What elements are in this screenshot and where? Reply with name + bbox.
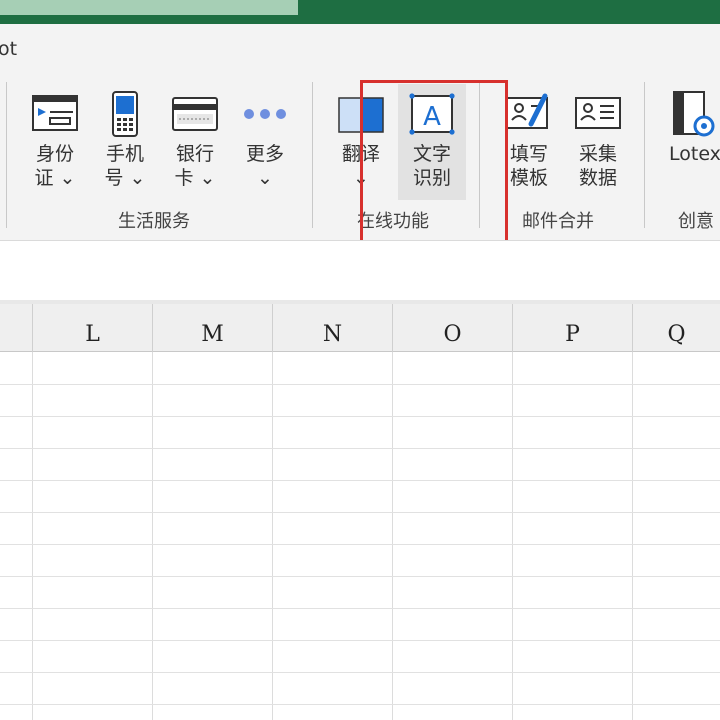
highlight-annotation	[360, 80, 508, 257]
group-divider	[312, 82, 313, 228]
mobile-phone-icon	[112, 91, 138, 137]
lotex-button[interactable]: Lotex	[664, 84, 720, 200]
bank-card-button[interactable]: 银行 卡 ⌄	[162, 84, 228, 200]
bank-card-label-1: 银行	[175, 143, 214, 165]
grid-row-line	[0, 416, 720, 417]
grid-row-line	[0, 448, 720, 449]
formula-bar-area	[0, 240, 720, 302]
grid-row-line	[0, 480, 720, 481]
grid-column-line	[632, 352, 633, 720]
lotex-gear-icon	[673, 91, 715, 137]
grid-row-line	[0, 672, 720, 673]
column-header-m[interactable]: M	[152, 304, 272, 352]
group-label-mail-merge: 邮件合并	[522, 211, 594, 232]
mobile-label-1: 手机	[105, 143, 144, 165]
bank-card-icon	[172, 97, 218, 131]
grid-row-line	[0, 704, 720, 705]
spreadsheet-grid[interactable]	[0, 352, 720, 720]
column-header-p[interactable]: P	[512, 304, 632, 352]
fill-template-icon	[506, 93, 548, 129]
grid-column-line	[152, 352, 153, 720]
collect-data-label-1: 采集	[578, 143, 617, 165]
grid-row-line	[0, 544, 720, 545]
grid-column-line	[32, 352, 33, 720]
more-label-1: 更多	[245, 143, 284, 165]
grid-column-line	[512, 352, 513, 720]
title-bar	[0, 0, 720, 24]
id-card-label-2: 证 ⌄	[34, 167, 76, 189]
collect-data-label-2: 数据	[578, 167, 617, 189]
column-header-n[interactable]: N	[272, 304, 392, 352]
grid-row-line	[0, 512, 720, 513]
id-card-label-1: 身份	[35, 143, 74, 165]
group-label-creative: 创意	[678, 211, 714, 232]
grid-row-line	[0, 384, 720, 385]
mobile-number-button[interactable]: 手机 号 ⌄	[94, 84, 156, 200]
collect-data-icon	[575, 97, 621, 129]
group-label-life-services: 生活服务	[118, 211, 190, 232]
grid-row-line	[0, 640, 720, 641]
lotex-label: Lotex	[669, 143, 720, 165]
collect-data-button[interactable]: 采集 数据	[566, 84, 630, 200]
group-divider	[6, 82, 7, 228]
grid-row-line	[0, 608, 720, 609]
grid-column-line	[392, 352, 393, 720]
id-card-icon	[32, 95, 78, 131]
mobile-label-2: 号 ⌄	[104, 167, 146, 189]
ribbon-tab-label[interactable]: ot	[0, 38, 17, 60]
group-divider	[644, 82, 645, 228]
column-header-o[interactable]: O	[392, 304, 512, 352]
more-label-2: ⌄	[257, 167, 273, 189]
column-header-l[interactable]: L	[32, 304, 152, 352]
id-card-button[interactable]: 身份 证 ⌄	[22, 84, 88, 200]
more-dots-icon	[244, 109, 286, 119]
column-header-row: L M N O P Q	[0, 304, 720, 352]
grid-row-line	[0, 576, 720, 577]
grid-column-line	[272, 352, 273, 720]
bank-card-label-2: 卡 ⌄	[174, 167, 216, 189]
column-header-q[interactable]: Q	[632, 304, 720, 352]
title-bar-highlight	[0, 0, 298, 15]
more-button[interactable]: 更多 ⌄	[234, 84, 296, 200]
